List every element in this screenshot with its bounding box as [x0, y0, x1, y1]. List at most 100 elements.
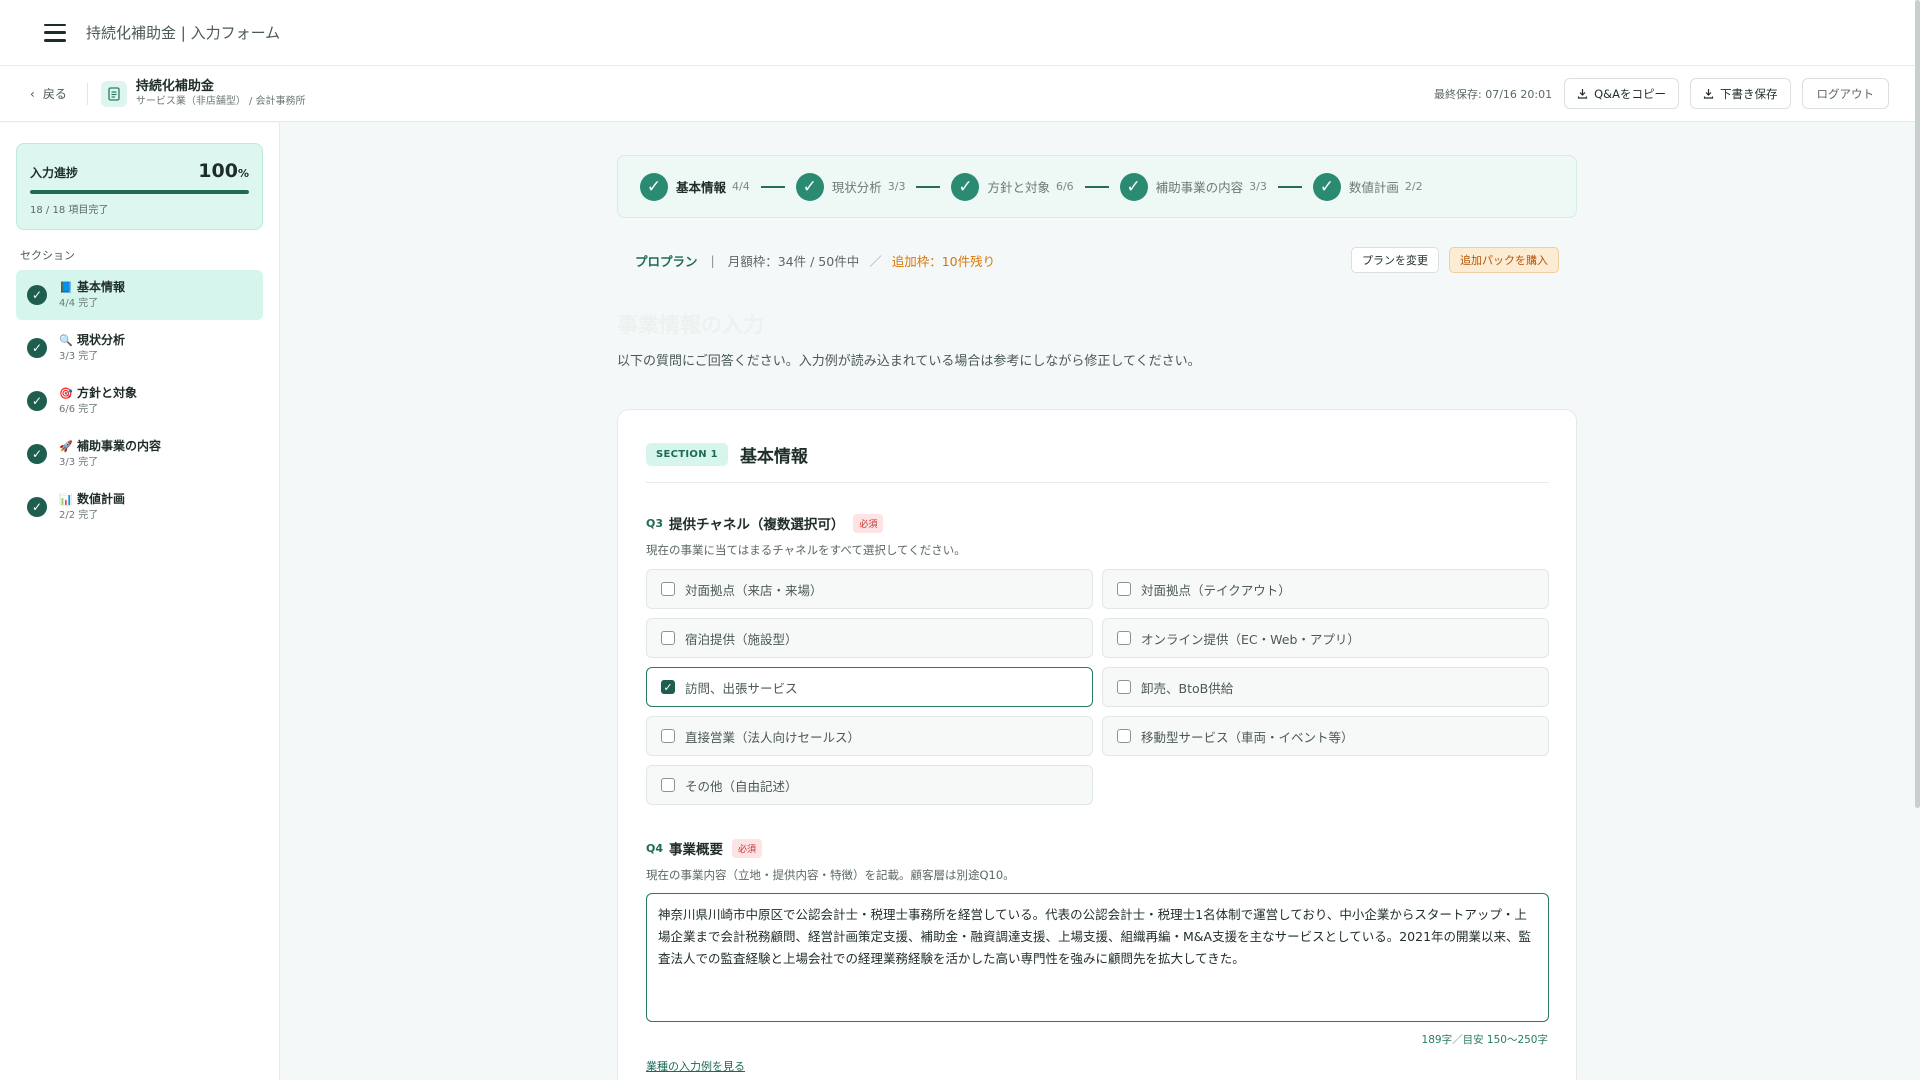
- sidebar-item-label: 基本情報: [77, 280, 126, 294]
- progress-bar-fill: [30, 190, 249, 194]
- copy-qa-button[interactable]: Q&Aをコピー: [1564, 78, 1679, 109]
- document-info: 持続化補助金 サービス業（非店舗型） / 会計事務所: [136, 79, 306, 108]
- plan-slash: ／: [869, 253, 882, 269]
- step-connector: [1084, 185, 1109, 188]
- save-draft-button[interactable]: 下書き保存: [1690, 78, 1791, 109]
- step-basic-info[interactable]: ✓ 基本情報 4/4: [640, 172, 750, 201]
- checkbox[interactable]: [1117, 729, 1131, 743]
- check-icon: ✓: [27, 444, 47, 464]
- sidebar: 入力進捗 100% 18 / 18 項目完了 セクション ✓ 📘 基本情報 4/4 …: [0, 123, 280, 1080]
- intro-text: 以下の質問にご回答ください。入力例が読み込まれている場合は参考にしながら修正して…: [617, 354, 1201, 369]
- last-saved-text: 最終保存: 07/16 20:01: [1434, 87, 1553, 101]
- check-icon: ✓: [1119, 172, 1148, 201]
- option-label: 宿泊提供（施設型）: [685, 631, 798, 647]
- page-heading: 事業情報の入力: [617, 313, 764, 337]
- checkbox[interactable]: [661, 778, 675, 792]
- check-icon: ✓: [1312, 172, 1341, 201]
- required-badge: 必須: [732, 838, 763, 858]
- checkbox[interactable]: [661, 631, 675, 645]
- book-icon: 📘: [59, 281, 73, 294]
- check-icon: ✓: [795, 172, 824, 201]
- sidebar-item-policy-target[interactable]: ✓ 🎯 方針と対象 6/6 完了: [16, 376, 263, 426]
- question-number: Q4: [646, 841, 664, 855]
- business-summary-textarea[interactable]: 神奈川県川崎市中原区で公認会計士・税理士事務所を経営している。代表の公認会計士・…: [646, 893, 1549, 1022]
- check-icon: ✓: [951, 172, 980, 201]
- check-icon: ✓: [27, 338, 47, 358]
- option-label: 対面拠点（テイクアウト）: [1141, 582, 1291, 598]
- buy-pack-button[interactable]: 追加パックを購入: [1449, 247, 1559, 273]
- checkbox[interactable]: [1117, 582, 1131, 596]
- save-draft-label: 下書き保存: [1720, 86, 1778, 101]
- channel-option[interactable]: ✓ 訪問、出張サービス: [646, 667, 1093, 707]
- example-link[interactable]: 業種の入力例を見る: [646, 1058, 745, 1074]
- sidebar-item-sub: 3/3 完了: [59, 351, 99, 362]
- check-icon: ✓: [27, 497, 47, 517]
- sidebar-item-sub: 3/3 完了: [59, 457, 99, 468]
- download-icon: [1703, 89, 1714, 99]
- checkbox[interactable]: [1117, 631, 1131, 645]
- sidebar-item-label: 数値計画: [77, 492, 126, 506]
- channel-option[interactable]: 卸売、BtoB供給: [1102, 667, 1549, 707]
- chevron-left-icon: ‹: [30, 86, 35, 101]
- question-text: 事業概要: [669, 842, 724, 858]
- sidebar-item-label: 方針と対象: [77, 386, 138, 400]
- progress-percent: 100%: [198, 160, 249, 182]
- document-icon: [100, 80, 127, 107]
- form-card: SECTION 1 基本情報 Q3 提供チャネル（複数選択可） 必須 現在の事業…: [617, 409, 1577, 1080]
- plan-separator: |: [710, 252, 715, 268]
- option-label: オンライン提供（EC・Web・アプリ）: [1141, 631, 1360, 647]
- sidebar-item-sub: 2/2 完了: [59, 510, 99, 521]
- logout-button[interactable]: ログアウト: [1801, 78, 1889, 109]
- sidebar-item-basic-info[interactable]: ✓ 📘 基本情報 4/4 完了: [16, 270, 263, 320]
- sidebar-item-numeric-plan[interactable]: ✓ 📊 数値計画 2/2 完了: [16, 482, 263, 532]
- sidebar-item-status-analysis[interactable]: ✓ 🔍 現状分析 3/3 完了: [16, 323, 263, 373]
- channel-option[interactable]: 移動型サービス（車両・イベント等）: [1102, 716, 1549, 756]
- step-policy-target[interactable]: ✓ 方針と対象 6/6: [951, 172, 1074, 201]
- section-title: 基本情報: [739, 447, 808, 467]
- step-project-content[interactable]: ✓ 補助事業の内容 3/3: [1119, 172, 1267, 201]
- channel-options: 対面拠点（来店・来場） 対面拠点（テイクアウト） 宿泊提供（施設型） オンライン…: [646, 569, 1549, 805]
- sidebar-item-label: 現状分析: [77, 333, 126, 347]
- back-label: 戻る: [42, 87, 67, 101]
- channel-option[interactable]: オンライン提供（EC・Web・アプリ）: [1102, 618, 1549, 658]
- step-numeric-plan[interactable]: ✓ 数値計画 2/2: [1312, 172, 1423, 201]
- channel-option[interactable]: 直接営業（法人向けセールス）: [646, 716, 1093, 756]
- question-number: Q3: [646, 516, 664, 530]
- question-hint: 現在の事業内容（立地・提供内容・特徴）を記載。顧客層は別途Q10。: [646, 868, 1015, 882]
- step-progress: ✓ 基本情報 4/4 ✓ 現状分析 3/3 ✓ 方針と対象 6/6 ✓ 補助事業…: [617, 155, 1577, 218]
- change-plan-button[interactable]: プランを変更: [1351, 247, 1439, 273]
- required-badge: 必須: [853, 513, 884, 533]
- progress-count: 18 / 18 項目完了: [30, 205, 109, 216]
- progress-bar: [30, 190, 249, 194]
- option-label: 訪問、出張サービス: [685, 680, 798, 696]
- option-label: 対面拠点（来店・来場）: [685, 582, 823, 598]
- channel-option[interactable]: 対面拠点（来店・来場）: [646, 569, 1093, 609]
- checkbox[interactable]: [661, 729, 675, 743]
- channel-option[interactable]: その他（自由記述）: [646, 765, 1093, 805]
- question-hint: 現在の事業に当てはまるチャネルをすべて選択してください。: [646, 543, 966, 557]
- step-count: 6/6: [1055, 180, 1074, 193]
- step-count: 3/3: [1249, 180, 1267, 193]
- step-count: 4/4: [732, 180, 750, 193]
- sidebar-item-label: 補助事業の内容: [77, 439, 162, 453]
- checkbox[interactable]: [661, 582, 675, 596]
- step-connector: [1277, 185, 1302, 188]
- check-icon: ✓: [27, 285, 47, 305]
- checkbox[interactable]: ✓: [661, 680, 675, 694]
- sub-header: ‹ 戻る 持続化補助金 サービス業（非店舗型） / 会計事務所 最終保存: 07…: [0, 66, 1915, 122]
- option-label: 卸売、BtoB供給: [1141, 680, 1234, 696]
- progress-card: 入力進捗 100% 18 / 18 項目完了: [16, 143, 263, 230]
- hamburger-menu-icon[interactable]: [44, 23, 66, 42]
- check-icon: ✓: [27, 391, 47, 411]
- channel-option[interactable]: 対面拠点（テイクアウト）: [1102, 569, 1549, 609]
- document-title: 持続化補助金: [135, 79, 214, 94]
- scrollbar[interactable]: [1915, 0, 1920, 808]
- option-label: 直接営業（法人向けセールス）: [685, 729, 861, 745]
- checkbox[interactable]: [1117, 680, 1131, 694]
- channel-option[interactable]: 宿泊提供（施設型）: [646, 618, 1093, 658]
- section-nav: ✓ 📘 基本情報 4/4 完了 ✓ 🔍 現状分析 3/3 完了 ✓ 🎯 方針と対象 6/6 …: [16, 270, 263, 535]
- back-button[interactable]: ‹ 戻る: [30, 85, 67, 102]
- magnifier-icon: 🔍: [59, 334, 73, 347]
- step-status-analysis[interactable]: ✓ 現状分析 3/3: [795, 172, 905, 201]
- sidebar-item-project-content[interactable]: ✓ 🚀 補助事業の内容 3/3 完了: [16, 429, 263, 479]
